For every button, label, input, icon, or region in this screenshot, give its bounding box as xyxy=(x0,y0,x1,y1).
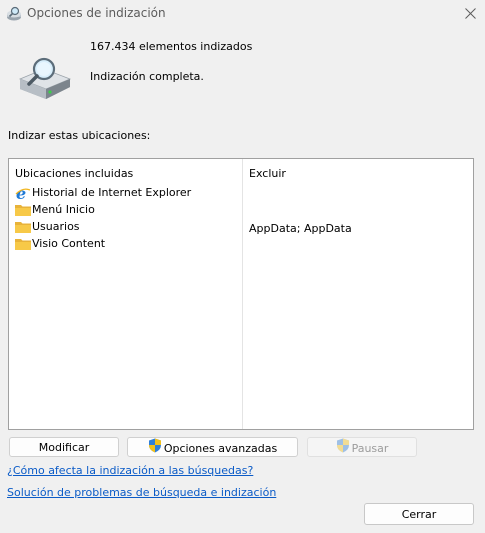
folder-icon xyxy=(15,219,31,235)
close-button-label: Cerrar xyxy=(401,508,437,521)
location-row-usuarios[interactable]: Usuarios xyxy=(15,219,240,236)
indexing-drive-icon xyxy=(16,57,72,101)
modify-button-label: Modificar xyxy=(38,441,90,454)
close-window-button[interactable] xyxy=(456,0,485,28)
pause-button-label: Pausar xyxy=(351,442,389,455)
close-button[interactable]: Cerrar xyxy=(364,503,474,525)
location-name: Usuarios xyxy=(32,220,80,233)
folder-icon xyxy=(15,202,31,218)
locations-list[interactable]: Ubicaciones incluidas Excluir e Historia… xyxy=(8,158,474,430)
location-name: Menú Inicio xyxy=(32,203,95,216)
indexing-status-text: Indización completa. xyxy=(90,70,204,83)
modify-button[interactable]: Modificar xyxy=(9,437,119,457)
title-bar: Opciones de indización xyxy=(0,0,485,28)
folder-icon xyxy=(15,236,31,252)
close-icon xyxy=(465,8,476,19)
troubleshoot-search-indexing-link[interactable]: Solución de problemas de búsqueda e indi… xyxy=(7,486,276,499)
location-name: Historial de Internet Explorer xyxy=(32,186,192,199)
location-name: Visio Content xyxy=(32,237,106,250)
column-header-included[interactable]: Ubicaciones incluidas xyxy=(15,167,133,180)
indexed-count-text: 167.434 elementos indizados xyxy=(90,40,253,53)
column-divider xyxy=(242,159,243,429)
pause-button[interactable]: Pausar xyxy=(307,437,417,457)
window-title: Opciones de indización xyxy=(27,6,166,20)
exclude-usuarios: AppData; AppData xyxy=(249,222,352,235)
indexing-options-icon xyxy=(6,6,22,22)
location-row-internet-explorer[interactable]: e Historial de Internet Explorer xyxy=(15,184,240,203)
locations-section-label: Indizar estas ubicaciones: xyxy=(8,129,151,142)
how-indexing-affects-search-link[interactable]: ¿Cómo afecta la indización a las búsqued… xyxy=(7,464,253,477)
column-header-exclude[interactable]: Excluir xyxy=(249,167,286,180)
uac-shield-icon xyxy=(148,438,162,460)
internet-explorer-icon: e xyxy=(15,184,31,203)
uac-shield-icon xyxy=(336,438,350,460)
location-row-visio-content[interactable]: Visio Content xyxy=(15,236,240,253)
advanced-options-button[interactable]: Opciones avanzadas xyxy=(127,437,298,457)
advanced-options-button-label: Opciones avanzadas xyxy=(163,442,278,455)
location-row-menu-inicio[interactable]: Menú Inicio xyxy=(15,202,240,219)
